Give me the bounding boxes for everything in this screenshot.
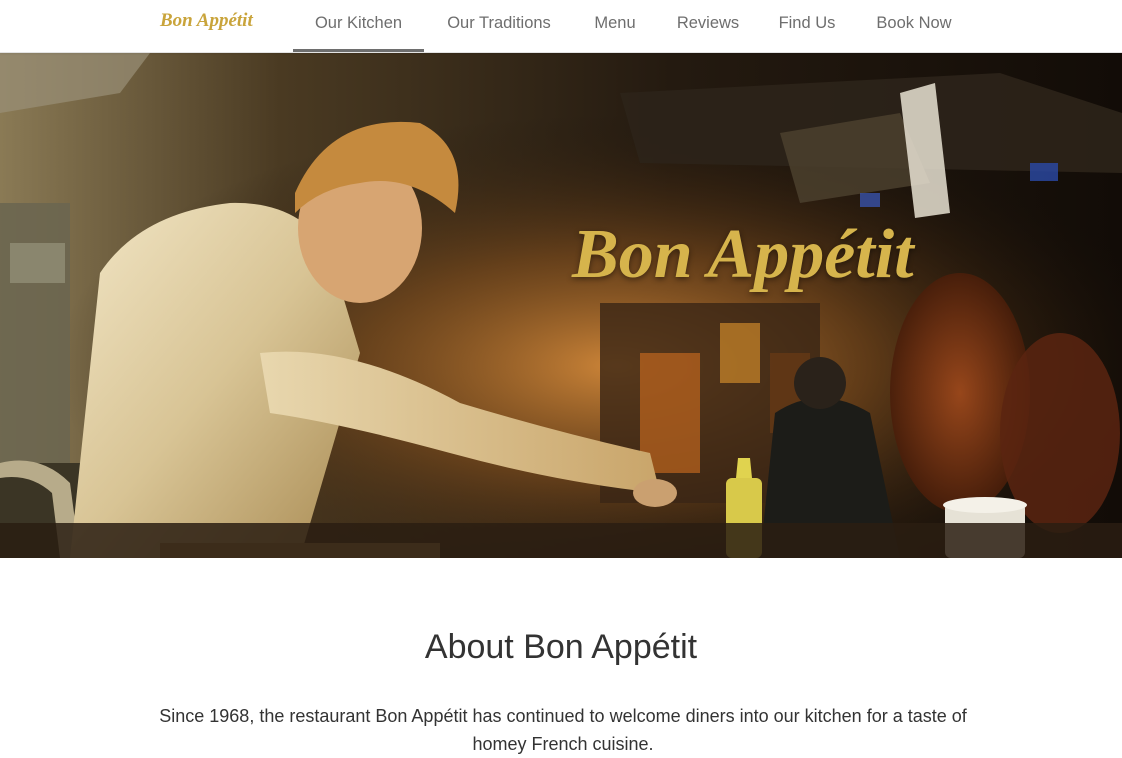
nav-item-book-now[interactable]: Book Now	[866, 0, 962, 52]
about-section: About Bon Appétit Since 1968, the restau…	[0, 558, 1122, 758]
nav-item-our-traditions[interactable]: Our Traditions	[434, 0, 564, 52]
hero-kitchen-photo	[0, 53, 1122, 558]
top-navbar: Bon Appétit Our Kitchen Our Traditions M…	[0, 0, 1122, 53]
nav-item-find-us[interactable]: Find Us	[770, 0, 844, 52]
hero-title: Bon Appétit	[572, 216, 914, 293]
nav-item-menu[interactable]: Menu	[584, 0, 646, 52]
brand-logo-link[interactable]: Bon Appétit	[160, 10, 253, 32]
nav-item-our-kitchen[interactable]: Our Kitchen	[293, 0, 424, 52]
about-text: Since 1968, the restaurant Bon Appétit h…	[159, 706, 967, 754]
nav-item-reviews[interactable]: Reviews	[668, 0, 748, 52]
hero-banner: Bon Appétit	[0, 53, 1122, 558]
about-heading: About Bon Appétit	[424, 628, 698, 666]
